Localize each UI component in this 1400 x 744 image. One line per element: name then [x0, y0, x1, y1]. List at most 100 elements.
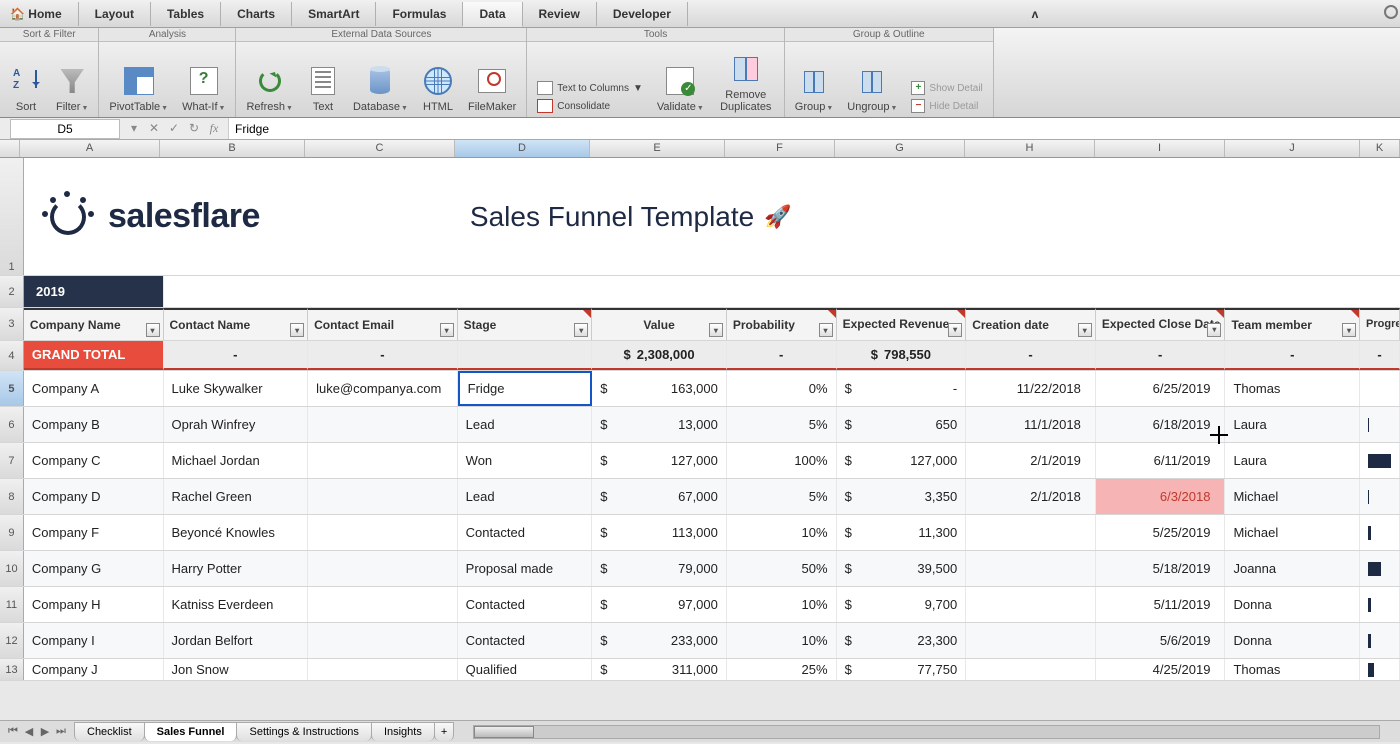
filter-button[interactable]: Filter▼ — [52, 61, 92, 115]
cell-probability[interactable]: 0% — [727, 371, 837, 406]
cell-stage[interactable]: Fridge▲▼ — [458, 371, 593, 406]
name-box[interactable]: D5 — [10, 119, 120, 139]
cell-contact[interactable]: Jordan Belfort — [164, 623, 309, 658]
consolidate-button[interactable]: Consolidate — [537, 99, 643, 113]
sheet-nav-prev[interactable]: ◀ — [22, 725, 36, 738]
column-header-E[interactable]: E — [590, 140, 725, 157]
cell-stage[interactable]: Proposal made — [458, 551, 593, 586]
tab-formulas[interactable]: Formulas — [376, 2, 463, 26]
column-header-B[interactable]: B — [160, 140, 305, 157]
recent-formula-button[interactable]: ↻ — [186, 121, 202, 137]
cell-progress[interactable] — [1360, 371, 1400, 406]
cell-creation-date[interactable]: 11/22/2018 — [966, 371, 1096, 406]
cell-creation-date[interactable] — [966, 623, 1096, 658]
cell-email[interactable] — [308, 623, 458, 658]
html-import-button[interactable]: HTML — [418, 61, 458, 115]
column-header-A[interactable]: A — [20, 140, 160, 157]
cell-email[interactable] — [308, 659, 458, 680]
cell-close-date[interactable]: 5/25/2019 — [1096, 515, 1226, 550]
cell-probability[interactable]: 25% — [727, 659, 837, 680]
sheet-tab-settings-instructions[interactable]: Settings & Instructions — [236, 722, 371, 741]
remove-duplicates-button[interactable]: Remove Duplicates — [714, 49, 778, 115]
formula-input[interactable]: Fridge — [228, 118, 1400, 139]
tab-developer[interactable]: Developer — [597, 2, 688, 26]
sort-button[interactable]: Sort — [6, 61, 46, 115]
row-header-6[interactable]: 6 — [0, 407, 24, 442]
spreadsheet-grid[interactable]: 1 salesflare Sales Funnel Template 🚀 2 — [0, 158, 1400, 681]
database-button[interactable]: Database▼ — [349, 61, 412, 115]
cell-company[interactable]: Company D — [24, 479, 164, 514]
column-header-H[interactable]: H — [965, 140, 1095, 157]
cell-contact[interactable]: Jon Snow — [164, 659, 309, 680]
cell-team-member[interactable]: Thomas — [1225, 371, 1360, 406]
cell-contact[interactable]: Katniss Everdeen — [164, 587, 309, 622]
cell-value[interactable]: $127,000 — [592, 443, 727, 478]
ungroup-button[interactable]: Ungroup▼ — [843, 61, 901, 115]
header-company[interactable]: Company Name — [24, 308, 164, 340]
cell-stage[interactable]: Lead — [458, 479, 593, 514]
cell-contact[interactable]: Rachel Green — [164, 479, 309, 514]
refresh-button[interactable]: Refresh▼ — [242, 61, 296, 115]
cell-value[interactable]: $311,000 — [592, 659, 727, 680]
cell-creation-date[interactable] — [966, 659, 1096, 680]
cell-close-date[interactable]: 5/11/2019 — [1096, 587, 1226, 622]
header-stage[interactable]: Stage — [458, 308, 593, 340]
row-header-5[interactable]: 5 — [0, 371, 24, 406]
cell-probability[interactable]: 10% — [727, 587, 837, 622]
row-header-13[interactable]: 13 — [0, 659, 24, 680]
row-header-9[interactable]: 9 — [0, 515, 24, 550]
cell-probability[interactable]: 10% — [727, 623, 837, 658]
sheet-nav-last[interactable]: ⏭ — [54, 725, 68, 738]
cell-company[interactable]: Company B — [24, 407, 164, 442]
cell-value[interactable]: $233,000 — [592, 623, 727, 658]
cell-value[interactable]: $113,000 — [592, 515, 727, 550]
cell-email[interactable] — [308, 443, 458, 478]
cell-expected-revenue[interactable]: $9,700 — [837, 587, 967, 622]
cell-probability[interactable]: 10% — [727, 515, 837, 550]
cell-company[interactable]: Company A — [24, 371, 164, 406]
validate-button[interactable]: Validate▼ — [653, 61, 708, 115]
cell-close-date[interactable]: 5/6/2019 — [1096, 623, 1226, 658]
column-header-K[interactable]: K — [1360, 140, 1400, 157]
filter-icon[interactable] — [948, 323, 962, 337]
group-button[interactable]: Group▼ — [791, 61, 838, 115]
cell-expected-revenue[interactable]: $39,500 — [837, 551, 967, 586]
cell-team-member[interactable]: Michael — [1225, 515, 1360, 550]
cell-stage[interactable]: Contacted — [458, 623, 593, 658]
cell-email[interactable]: luke@companya.com — [308, 371, 458, 406]
cell-close-date[interactable]: 6/25/2019 — [1096, 371, 1226, 406]
cell-close-date[interactable]: 6/3/2018 — [1096, 479, 1226, 514]
cell-creation-date[interactable]: 2/1/2019 — [966, 443, 1096, 478]
cell-progress[interactable] — [1360, 659, 1400, 680]
cell-contact[interactable]: Beyoncé Knowles — [164, 515, 309, 550]
cell-team-member[interactable]: Thomas — [1225, 659, 1360, 680]
cell-progress[interactable] — [1360, 587, 1400, 622]
fx-button[interactable]: fx — [206, 121, 222, 137]
cell-value[interactable]: $67,000 — [592, 479, 727, 514]
cell-creation-date[interactable]: 11/1/2018 — [966, 407, 1096, 442]
row-header-11[interactable]: 11 — [0, 587, 24, 622]
filter-icon[interactable] — [1207, 323, 1221, 337]
filter-icon[interactable] — [1342, 323, 1356, 337]
cell-close-date[interactable]: 4/25/2019 — [1096, 659, 1226, 680]
cell-email[interactable] — [308, 551, 458, 586]
cell-email[interactable] — [308, 515, 458, 550]
cell-stage[interactable]: Lead — [458, 407, 593, 442]
cell-expected-revenue[interactable]: $- — [837, 371, 967, 406]
cell-company[interactable]: Company H — [24, 587, 164, 622]
header-contact[interactable]: Contact Name — [164, 308, 309, 340]
tab-charts[interactable]: Charts — [221, 2, 292, 26]
whatif-button[interactable]: What-If▼ — [178, 61, 229, 115]
text-import-button[interactable]: Text — [303, 61, 343, 115]
row-header-8[interactable]: 8 — [0, 479, 24, 514]
cell-creation-date[interactable] — [966, 587, 1096, 622]
cell-company[interactable]: Company C — [24, 443, 164, 478]
header-value[interactable]: Value — [592, 308, 727, 340]
cell-stage[interactable]: Won — [458, 443, 593, 478]
cell-probability[interactable]: 5% — [727, 407, 837, 442]
cell-company[interactable]: Company F — [24, 515, 164, 550]
pivottable-button[interactable]: PivotTable▼ — [105, 61, 172, 115]
cell-stage[interactable]: Qualified — [458, 659, 593, 680]
cell-expected-revenue[interactable]: $650 — [837, 407, 967, 442]
sheet-nav-next[interactable]: ▶ — [38, 725, 52, 738]
